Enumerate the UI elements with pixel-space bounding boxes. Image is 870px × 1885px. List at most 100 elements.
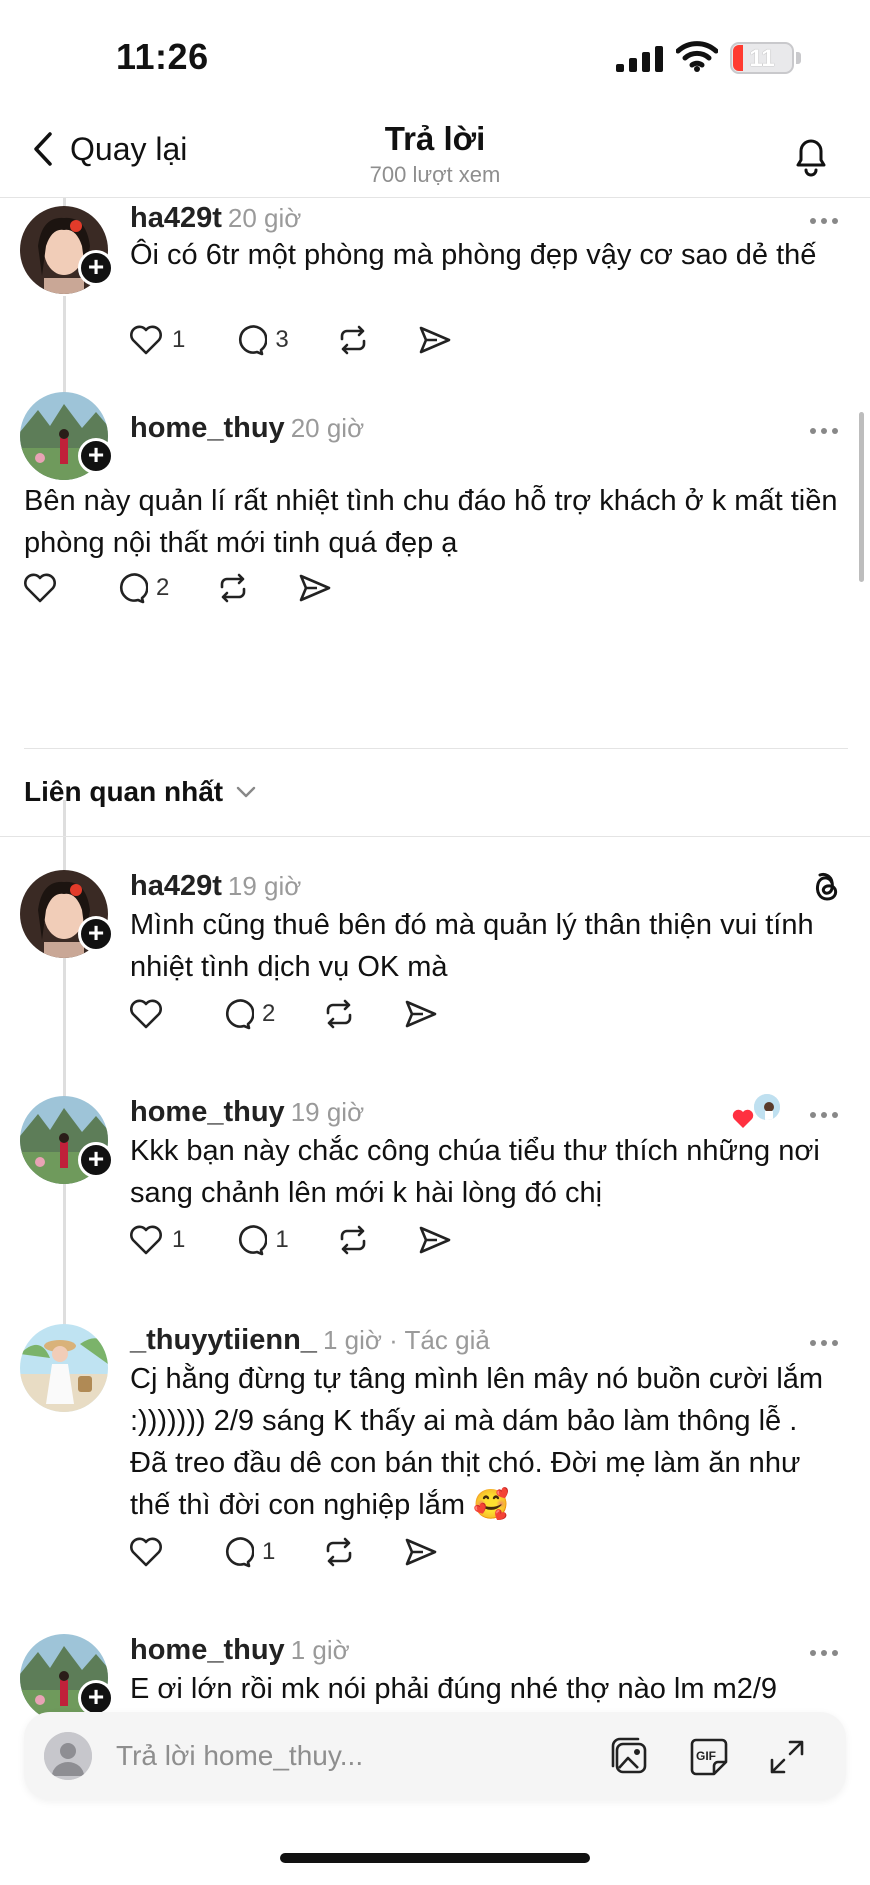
timestamp: 20 giờ xyxy=(227,203,302,233)
post-text: Bên này quản lí rất nhiệt tình chu đáo h… xyxy=(24,485,838,559)
repost-icon xyxy=(327,1537,352,1567)
repost-icon xyxy=(327,999,352,1029)
comment-bubble-icon xyxy=(225,1537,254,1568)
divider xyxy=(24,748,848,749)
like-button[interactable]: 1 xyxy=(128,322,185,358)
post-header: _thuyytiienn_ 1 giờ · Tác giả xyxy=(130,1324,490,1357)
post-header: home_thuy 20 giờ xyxy=(130,412,364,445)
comment-bubble-icon xyxy=(239,325,268,356)
share-button[interactable] xyxy=(297,570,333,606)
share-button[interactable] xyxy=(403,1534,439,1570)
username[interactable]: home_thuy xyxy=(130,1634,285,1666)
threads-logo-icon[interactable] xyxy=(808,868,844,904)
timestamp: 20 giờ xyxy=(290,413,365,443)
share-button[interactable] xyxy=(417,322,453,358)
send-icon xyxy=(406,1538,437,1566)
timestamp: 1 giờ · Tác giả xyxy=(322,1325,490,1355)
battery-percent: 11 xyxy=(749,45,775,72)
status-time: 11:26 xyxy=(116,36,209,77)
more-options-icon[interactable] xyxy=(808,424,840,438)
gif-icon[interactable]: GIF xyxy=(686,1734,732,1780)
timestamp: 19 giờ xyxy=(227,871,302,901)
comment-bubble-icon xyxy=(225,999,254,1030)
share-button[interactable] xyxy=(417,1222,453,1258)
follow-plus-button[interactable]: + xyxy=(78,250,114,286)
expand-icon[interactable] xyxy=(764,1734,810,1780)
repost-icon xyxy=(340,1225,366,1255)
timestamp: 1 giờ xyxy=(290,1635,350,1665)
home-indicator xyxy=(280,1853,590,1863)
wifi-icon xyxy=(676,41,718,72)
send-icon xyxy=(300,574,331,602)
bell-icon[interactable] xyxy=(788,132,834,178)
comment-button[interactable]: 1 xyxy=(231,1222,289,1258)
user-avatar xyxy=(44,1732,92,1780)
cellular-signal-icon xyxy=(616,46,663,72)
sort-label: Liên quan nhất xyxy=(24,776,224,807)
battery-icon: 11 xyxy=(730,42,794,74)
repost-button[interactable] xyxy=(335,1222,371,1258)
post-actions: 1 xyxy=(128,1532,485,1572)
username[interactable]: ha429t xyxy=(130,202,222,234)
reply-text: E ơi lớn rồi mk nói phải đúng nhé thợ nà… xyxy=(130,1673,778,1705)
post-actions: 1 1 xyxy=(128,1220,499,1260)
username[interactable]: home_thuy xyxy=(130,1096,285,1128)
status-bar: 11:26 11 xyxy=(0,0,870,110)
scrollbar[interactable] xyxy=(859,412,864,582)
like-button[interactable]: 1 xyxy=(128,1222,185,1258)
section-divider xyxy=(0,836,870,837)
svg-text:GIF: GIF xyxy=(696,1749,716,1763)
comment-button[interactable]: 2 xyxy=(112,570,169,606)
comment-count: 1 xyxy=(275,1226,289,1253)
username[interactable]: _thuyytiienn_ xyxy=(130,1324,317,1356)
follow-plus-button[interactable]: + xyxy=(78,1142,114,1178)
reply-input[interactable] xyxy=(116,1732,596,1780)
like-button[interactable] xyxy=(128,1534,172,1570)
send-icon xyxy=(419,1226,451,1254)
comment-button[interactable]: 2 xyxy=(218,996,275,1032)
send-icon xyxy=(406,1000,437,1028)
reply-composer: GIF xyxy=(24,1712,846,1800)
image-attach-icon[interactable] xyxy=(608,1734,654,1780)
post-actions: 2 xyxy=(22,568,379,608)
header: Quay lại Trả lời 700 lượt xem xyxy=(0,110,870,198)
more-options-icon[interactable] xyxy=(808,1336,840,1350)
like-count: 1 xyxy=(172,326,186,353)
comment-bubble-icon xyxy=(239,1225,268,1256)
share-button[interactable] xyxy=(403,996,439,1032)
like-button[interactable] xyxy=(128,996,172,1032)
follow-plus-button[interactable]: + xyxy=(78,438,114,474)
repost-button[interactable] xyxy=(321,996,357,1032)
timestamp: 19 giờ xyxy=(290,1097,365,1127)
more-options-icon[interactable] xyxy=(808,214,840,228)
more-options-icon[interactable] xyxy=(808,1108,840,1122)
view-count: 700 lượt xem xyxy=(369,162,501,187)
heart-filled-icon xyxy=(732,1109,754,1128)
more-options-icon[interactable] xyxy=(808,1646,840,1660)
post-actions: 1 3 xyxy=(128,320,499,360)
repost-button[interactable] xyxy=(335,322,371,358)
thread-feed[interactable]: + ha429t 20 giờ Ôi có 6tr một phòng mà ph… xyxy=(0,198,870,1718)
post-header: home_thuy 19 giờ xyxy=(130,1096,364,1129)
post-header: ha429t 20 giờ xyxy=(130,202,301,235)
sort-dropdown[interactable]: Liên quan nhất xyxy=(24,776,257,808)
comment-button[interactable]: 3 xyxy=(231,322,289,358)
repost-button[interactable] xyxy=(321,1534,357,1570)
follow-plus-button[interactable]: + xyxy=(78,1680,114,1716)
comment-button[interactable]: 1 xyxy=(218,1534,275,1570)
avatar[interactable] xyxy=(20,1324,108,1412)
follow-plus-button[interactable]: + xyxy=(78,916,114,952)
heart-icon xyxy=(24,573,56,603)
author-liked-badge xyxy=(732,1092,784,1132)
reply-text: Cj hằng đừng tự tâng mình lên mây nó buồ… xyxy=(130,1363,824,1521)
reply-text: Mình cũng thuê bên đó mà quản lý thân th… xyxy=(130,909,814,983)
repost-button[interactable] xyxy=(215,570,251,606)
heart-icon xyxy=(130,1537,162,1567)
heart-icon xyxy=(130,325,162,355)
like-button[interactable] xyxy=(22,570,66,606)
like-count: 1 xyxy=(172,1226,186,1253)
comment-count: 3 xyxy=(275,326,289,353)
username[interactable]: ha429t xyxy=(130,870,222,902)
username[interactable]: home_thuy xyxy=(130,412,285,444)
reply-text: Kkk bạn này chắc công chúa tiểu thư thíc… xyxy=(130,1135,820,1209)
